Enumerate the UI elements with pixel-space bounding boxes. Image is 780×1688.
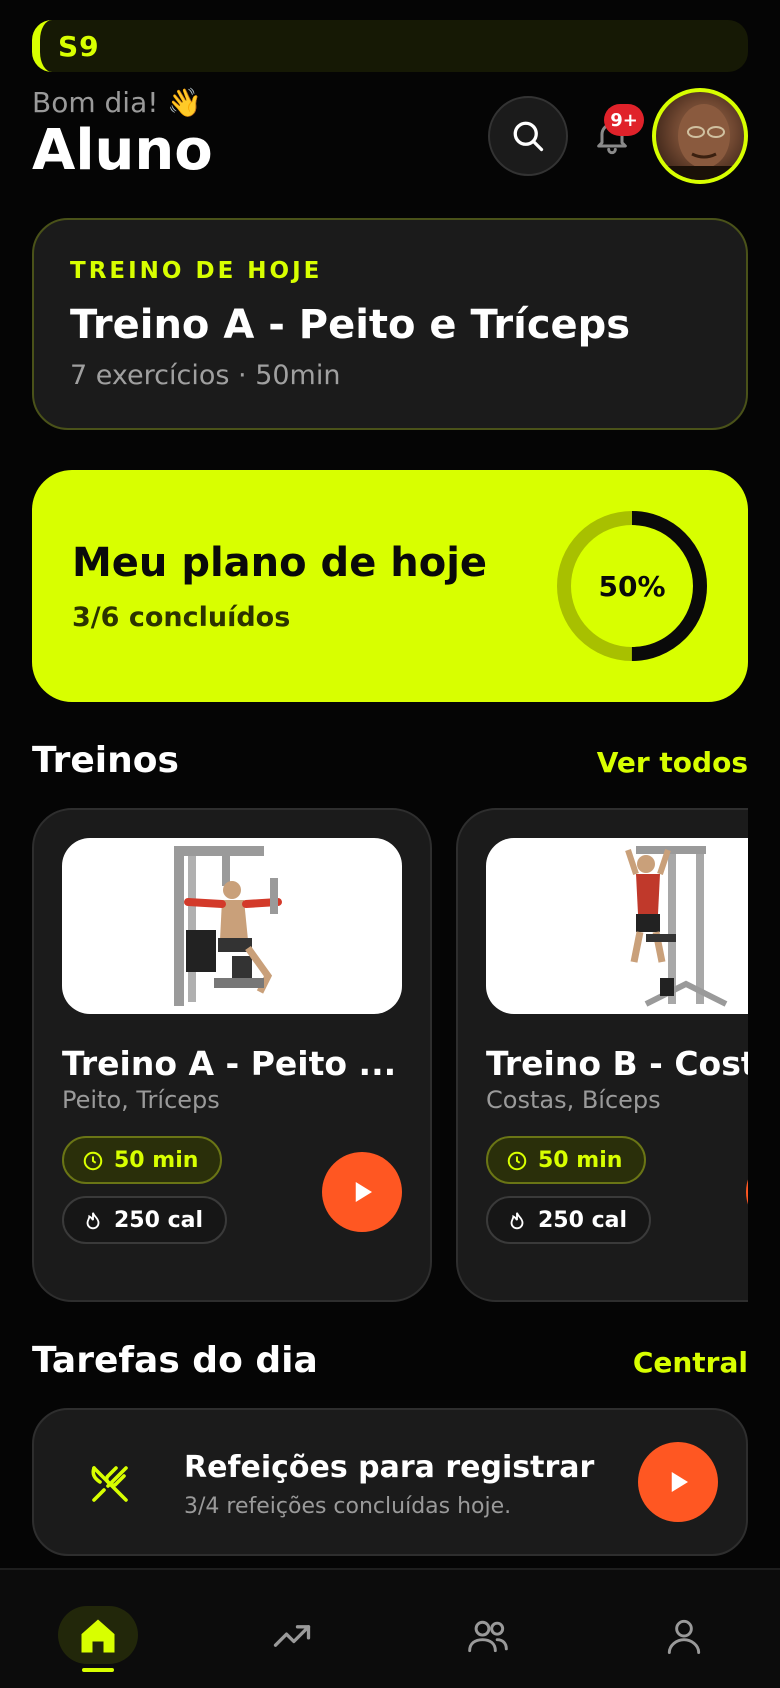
home-screen: S9 Bom dia! 👋 Aluno 9+ TREINO DE HOJE Tr… (0, 0, 780, 1688)
today-workout-meta: 7 exercícios · 50min (70, 360, 341, 391)
workout-card[interactable]: Treino A - Peito ... Peito, Tríceps 50 m… (32, 808, 432, 1302)
nav-item-profile[interactable] (644, 1606, 724, 1666)
duration-chip: 50 min (486, 1136, 647, 1184)
today-workout-card[interactable]: TREINO DE HOJE Treino A - Peito e Trícep… (32, 218, 748, 430)
trending-up-icon (273, 1625, 311, 1647)
clock-icon (83, 1151, 103, 1171)
workout-image (62, 838, 402, 1014)
nav-item-progress[interactable] (252, 1606, 332, 1666)
clock-icon (507, 1151, 527, 1171)
flame-icon (86, 1212, 100, 1230)
task-card-meals[interactable]: Refeições para registrar 3/4 refeições c… (32, 1408, 748, 1556)
task-subtitle: 3/4 refeições concluídas hoje. (184, 1494, 512, 1519)
plan-percent: 50% (598, 569, 666, 603)
workout-tags: Peito, Tríceps (62, 1086, 220, 1114)
brand-name: S9 (58, 29, 100, 63)
calories-value: 250 cal (538, 1207, 628, 1233)
duration-value: 50 min (114, 1147, 199, 1173)
open-task-button[interactable] (638, 1442, 718, 1522)
today-workout-label: TREINO DE HOJE (70, 258, 323, 284)
nav-item-home[interactable] (58, 1606, 138, 1666)
duration-value: 50 min (538, 1147, 623, 1173)
see-all-workouts-link[interactable]: Ver todos (597, 746, 748, 779)
play-icon (671, 1472, 688, 1492)
plan-title: Meu plano de hoje (72, 540, 488, 586)
chest-press-illustration (174, 846, 282, 1006)
nav-active-indicator (82, 1668, 114, 1672)
calories-chip: 250 cal (486, 1196, 652, 1244)
task-title: Refeições para registrar (184, 1450, 595, 1485)
tasks-section-title: Tarefas do dia (32, 1340, 318, 1381)
notification-badge: 9+ (604, 104, 644, 136)
avatar[interactable] (652, 88, 748, 184)
duration-chip: 50 min (62, 1136, 223, 1184)
daily-plan-card[interactable]: Meu plano de hoje 3/6 concluídos 50% (32, 470, 748, 702)
workout-tags: Costas, Bíceps (486, 1086, 661, 1114)
workouts-carousel[interactable]: Treino A - Peito ... Peito, Tríceps 50 m… (32, 808, 748, 1302)
nav-item-community[interactable] (448, 1606, 528, 1666)
start-workout-button[interactable] (322, 1152, 402, 1232)
home-icon (81, 1619, 115, 1653)
users-icon (468, 1620, 508, 1653)
brand-banner[interactable]: S9 (32, 20, 748, 72)
user-icon (667, 1619, 701, 1654)
plan-subtitle: 3/6 concluídos (72, 602, 291, 633)
workout-image (486, 838, 748, 1014)
utensils-icon (91, 1466, 128, 1502)
workouts-section-title: Treinos (32, 740, 179, 781)
user-name: Aluno (32, 118, 213, 183)
calories-chip: 250 cal (62, 1196, 228, 1244)
calories-value: 250 cal (114, 1207, 204, 1233)
avatar-photo (656, 104, 744, 180)
bottom-navigation (0, 1568, 780, 1688)
search-button[interactable] (488, 96, 568, 176)
play-icon (355, 1182, 372, 1202)
workout-card[interactable]: Treino B - Costas e Bíceps Costas, Bícep… (456, 808, 748, 1302)
greeting-text: Bom dia! 👋 (32, 86, 203, 119)
flame-icon (510, 1212, 524, 1230)
workout-title: Treino B - Costas e Bíceps (486, 1044, 748, 1083)
pull-up-illustration (625, 846, 728, 1007)
workout-title: Treino A - Peito ... (62, 1044, 397, 1083)
today-workout-title: Treino A - Peito e Tríceps (70, 302, 631, 348)
tasks-central-link[interactable]: Central (633, 1346, 748, 1379)
search-icon (513, 121, 544, 152)
start-workout-button[interactable] (746, 1152, 748, 1232)
